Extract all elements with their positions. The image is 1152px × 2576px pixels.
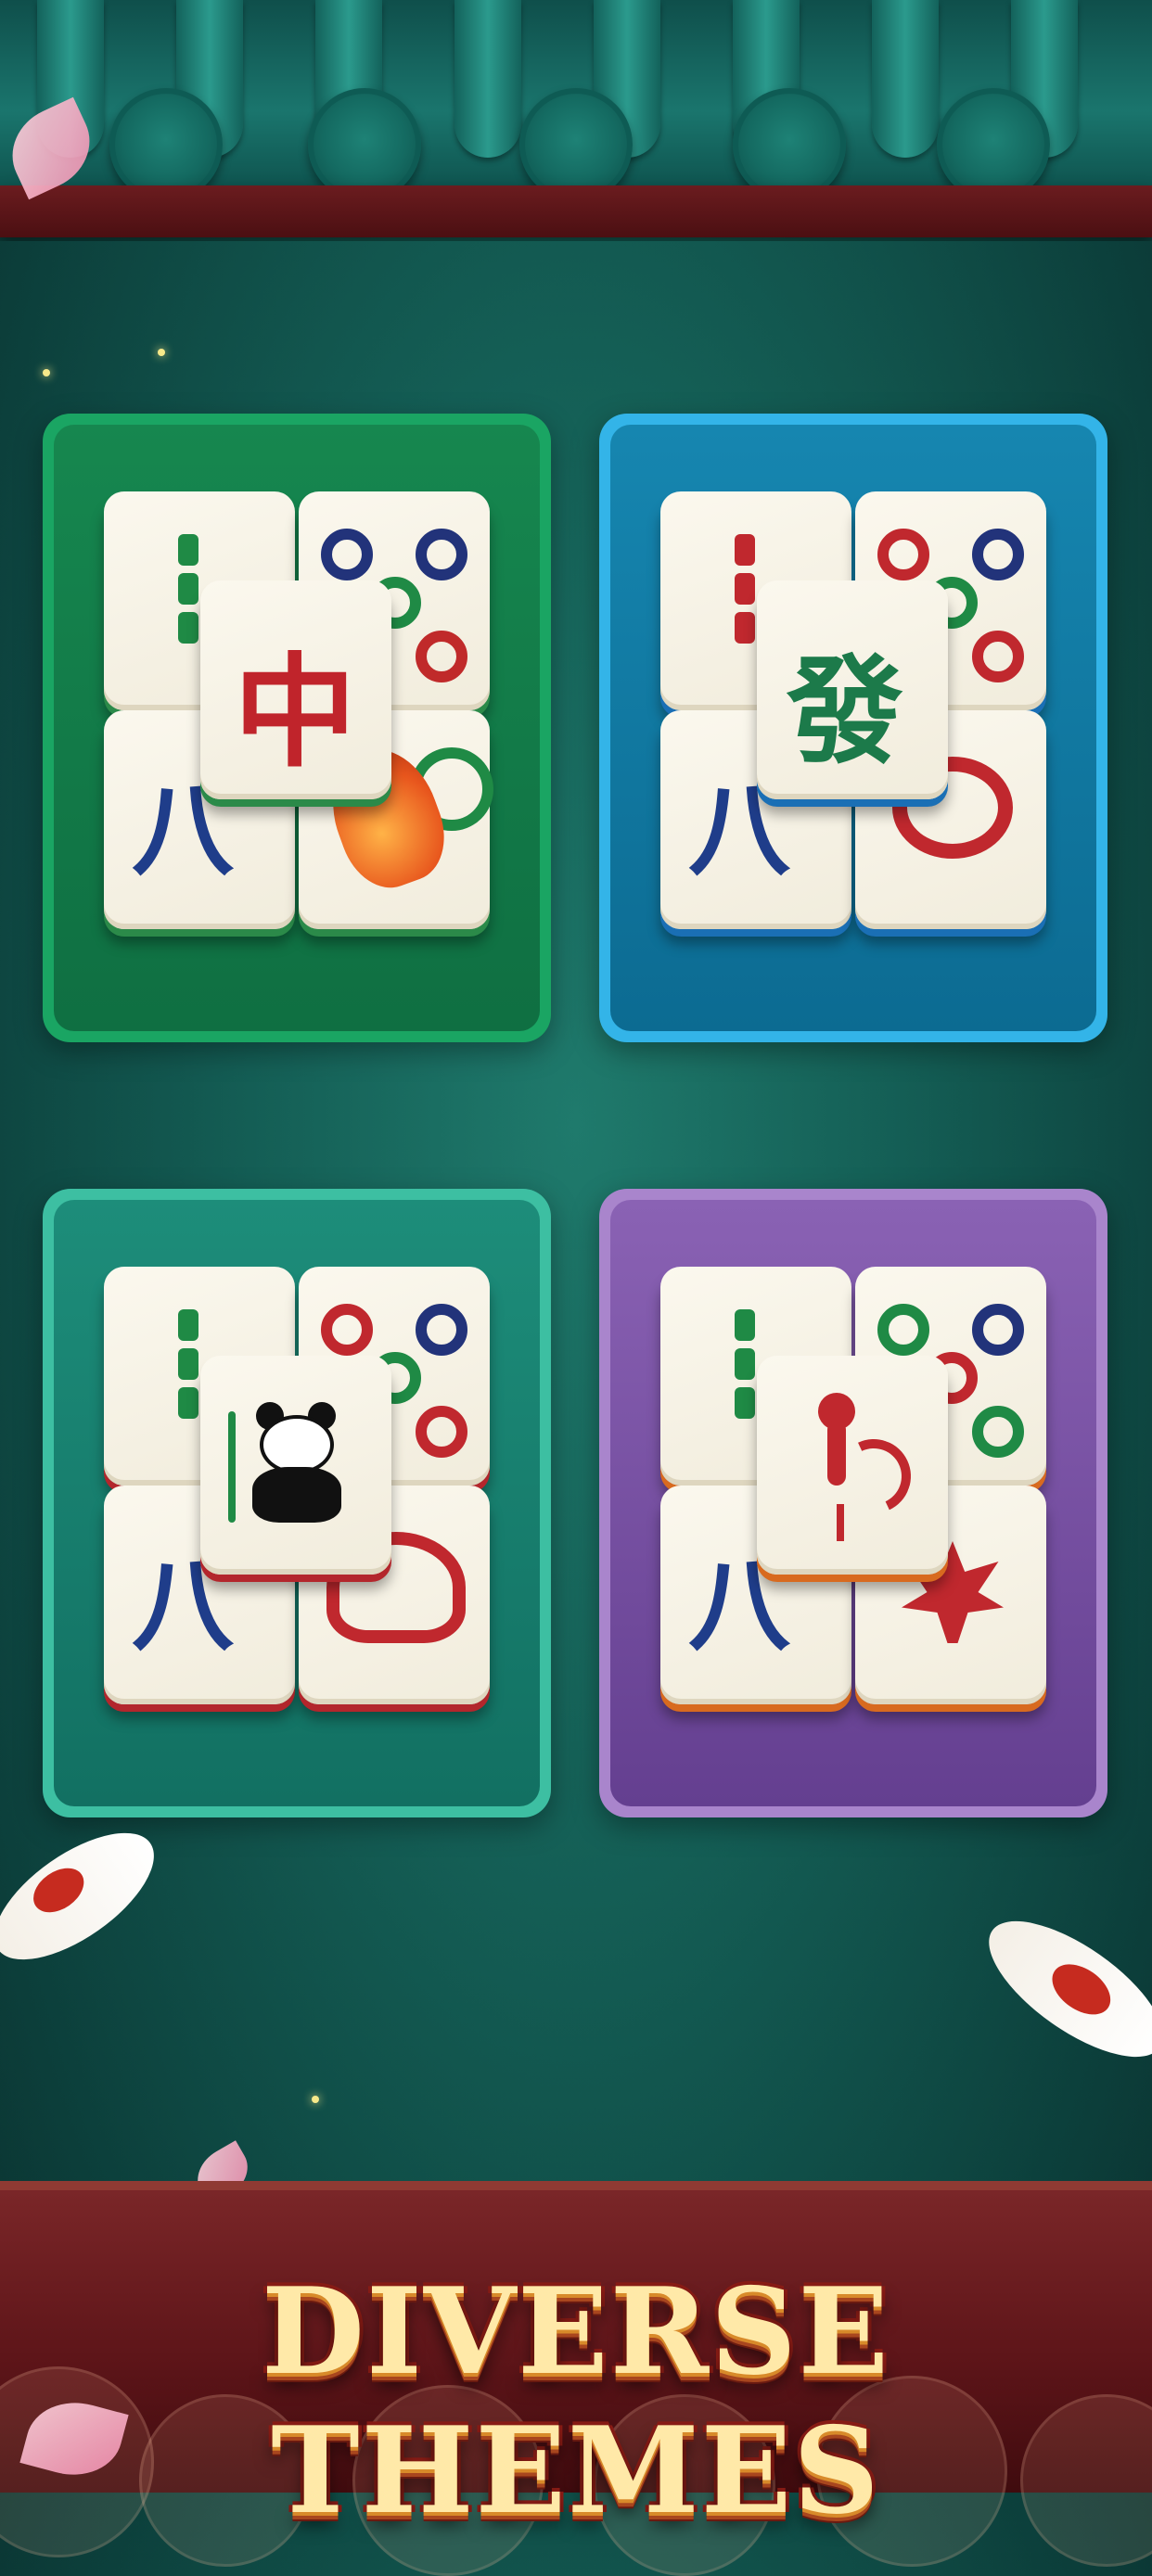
- theme-card-teal[interactable]: 八: [43, 1189, 551, 1817]
- theme-card-blue[interactable]: 八 發: [599, 414, 1107, 1042]
- roof-decoration: [0, 0, 1152, 241]
- theme-card-purple[interactable]: 八: [599, 1189, 1107, 1817]
- koi-fish-icon: [968, 1896, 1152, 2082]
- sparkle-icon: [158, 349, 165, 356]
- koi-fish-icon: [0, 1808, 174, 1984]
- rooster-icon: [800, 1393, 922, 1541]
- sparkle-icon: [43, 369, 50, 376]
- green-dragon-tile: 發: [757, 580, 948, 799]
- panda-icon: [228, 1402, 349, 1523]
- theme-card-green[interactable]: 八 中: [43, 414, 551, 1042]
- page-title: DIVERSE THEMES: [261, 2263, 891, 2541]
- panda-tile: [200, 1356, 391, 1575]
- red-dragon-tile: 中: [200, 580, 391, 799]
- sparkle-icon: [312, 2096, 319, 2103]
- rooster-tile: [757, 1356, 948, 1575]
